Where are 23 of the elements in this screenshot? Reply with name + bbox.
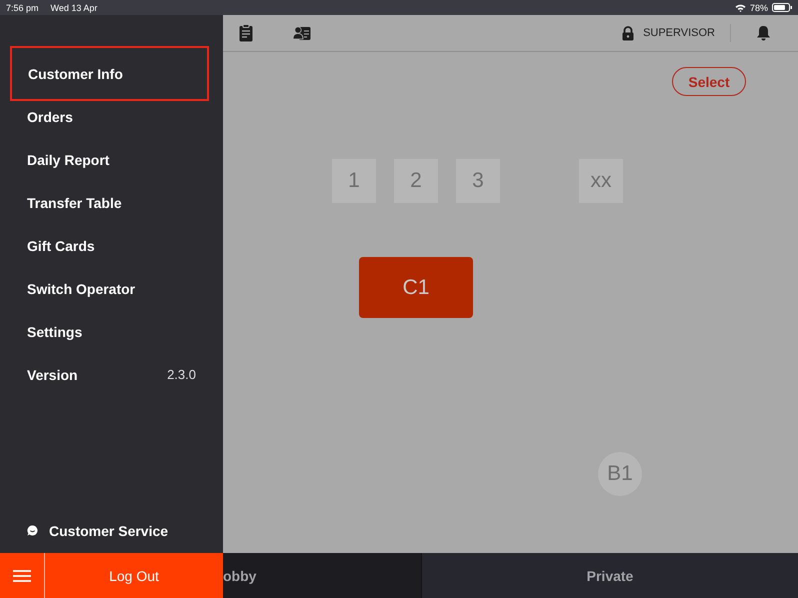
wifi-icon bbox=[734, 4, 746, 12]
menu-item[interactable]: Version 2.3.0 bbox=[0, 353, 223, 396]
menu-item[interactable]: Transfer Table bbox=[0, 181, 223, 224]
menu-item[interactable]: Daily Report bbox=[0, 138, 223, 181]
battery-icon bbox=[772, 3, 792, 12]
battery-percent: 78% bbox=[750, 2, 768, 12]
status-date: Wed 13 Apr bbox=[50, 2, 98, 12]
lock-icon bbox=[622, 26, 634, 40]
menu-item[interactable]: Gift Cards bbox=[0, 224, 223, 267]
menu-item[interactable]: Customer Info bbox=[10, 46, 209, 101]
chat-bubble-icon bbox=[27, 525, 38, 536]
bell-icon[interactable] bbox=[756, 25, 771, 41]
table-marker[interactable]: C1 bbox=[359, 257, 473, 318]
customer-service-link[interactable]: Customer Service bbox=[0, 508, 223, 553]
area-tab[interactable]: Private bbox=[421, 553, 798, 598]
clipboard-icon[interactable] bbox=[239, 24, 253, 42]
menu-item[interactable]: Switch Operator bbox=[0, 267, 223, 310]
menu-item[interactable]: Settings bbox=[0, 310, 223, 353]
status-time: 7:56 pm bbox=[6, 2, 39, 12]
contact-card-icon[interactable] bbox=[293, 25, 311, 41]
menu-icon bbox=[13, 570, 31, 582]
operator-role: SUPERVISOR bbox=[643, 27, 715, 39]
area-tab[interactable]: obby bbox=[223, 553, 421, 598]
